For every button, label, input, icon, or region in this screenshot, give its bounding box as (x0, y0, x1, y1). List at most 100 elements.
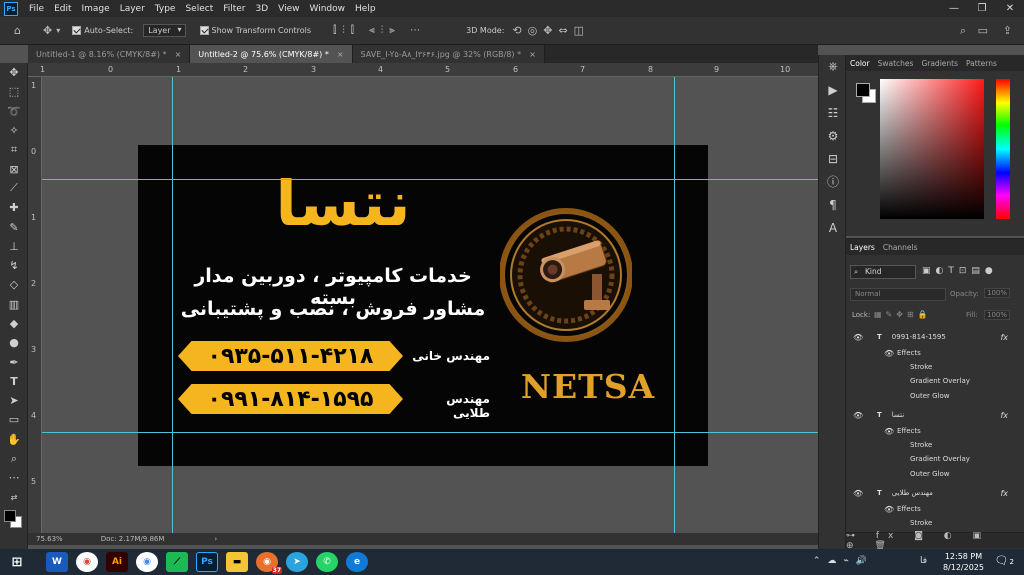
visibility-eye-icon[interactable]: 👁 (884, 427, 894, 436)
checkbox-icon[interactable] (72, 26, 82, 35)
effect-item[interactable]: Outer Glow (846, 389, 1024, 403)
crop-tool-icon[interactable]: ⌗ (0, 140, 28, 159)
stamp-tool-icon[interactable]: ⊥ (0, 237, 28, 256)
visibility-eye-icon[interactable]: 👁 (884, 505, 894, 514)
color-swatches[interactable] (0, 507, 28, 537)
tab-channels[interactable]: Channels (879, 243, 922, 252)
fill-input[interactable]: 100% (984, 310, 1011, 320)
visibility-eye-icon[interactable]: 👁 (853, 333, 863, 342)
close-icon[interactable]: ✕ (996, 0, 1024, 17)
blend-mode-dropdown[interactable]: Normal (850, 288, 946, 301)
pen-tool-icon[interactable]: ✒ (0, 352, 28, 371)
guide-horizontal[interactable] (42, 179, 818, 180)
checkbox-icon[interactable] (199, 26, 209, 35)
clock[interactable]: 12:58 PM 8/12/2025 (943, 551, 984, 573)
zoom-level[interactable]: 75.63% (36, 535, 63, 543)
fx-icon[interactable]: fx (1000, 333, 1008, 342)
color-picker-field[interactable] (880, 79, 984, 219)
effects-row[interactable]: 👁 Effects (846, 424, 1024, 438)
visibility-eye-icon[interactable]: 👁 (884, 349, 894, 358)
edge-icon[interactable]: e (346, 552, 368, 572)
layer-row[interactable]: 👁 T نتسا fx (846, 408, 1024, 422)
telegram-icon[interactable]: ➤ (286, 552, 308, 572)
dodge-tool-icon[interactable]: ● (0, 333, 28, 352)
services-line-2[interactable]: مشاور فروش ، نصب و پشتیبانی (173, 298, 493, 320)
guide-horizontal[interactable] (42, 432, 818, 433)
phone-pill-2[interactable]: ۰۹۹۱-۸۱۴-۱۵۹۵ (178, 384, 403, 414)
gradient-tool-icon[interactable]: ▥ (0, 295, 28, 314)
tab-color[interactable]: Color (846, 59, 874, 68)
move-icon[interactable]: ✥ (43, 24, 52, 37)
file-explorer-icon[interactable]: ▬ (226, 552, 248, 572)
align-icons[interactable]: ⫿⫶⫿ ⫷⫶⫸ ⋯ (333, 25, 426, 36)
fx-icon[interactable]: fx (1000, 489, 1008, 498)
lock-icons[interactable]: ▦✎✥⊞🔒 (874, 310, 932, 319)
info-icon[interactable]: ⓘ (819, 170, 847, 193)
swap-colors-icon[interactable]: ⇄ (0, 488, 28, 507)
close-icon[interactable]: × (175, 50, 182, 59)
whatsapp-icon[interactable]: ✆ (316, 552, 338, 572)
close-icon[interactable]: × (337, 50, 344, 59)
shape-tool-icon[interactable]: ▭ (0, 410, 28, 429)
panel-foreground-swatch[interactable] (856, 83, 870, 97)
green-app-icon[interactable]: ⟋ (166, 552, 188, 572)
restore-icon[interactable]: ❐ (968, 0, 996, 17)
brush-tool-icon[interactable]: ✎ (0, 217, 28, 236)
camera-emblem-icon[interactable] (500, 200, 632, 360)
share-icon[interactable]: ⇪ (1003, 24, 1012, 37)
phone-pill-1[interactable]: ۰۹۳۵-۵۱۱-۴۲۱۸ (178, 341, 403, 371)
menu-filter[interactable]: Filter (218, 4, 250, 14)
workspace-icon[interactable]: ▭ (978, 24, 988, 37)
hue-slider[interactable] (996, 79, 1010, 219)
windows-start-icon[interactable]: ⊞ (6, 552, 28, 572)
chevron-right-icon[interactable]: › (214, 535, 217, 543)
eraser-tool-icon[interactable]: ◇ (0, 275, 28, 294)
auto-select-target-dropdown[interactable]: Layer (143, 24, 186, 37)
effects-row[interactable]: 👁 Effects (846, 346, 1024, 360)
opacity-input[interactable]: 100% (984, 288, 1011, 298)
input-language[interactable]: فا (920, 556, 927, 566)
word-icon[interactable]: W (46, 552, 68, 572)
layer-filter-dropdown[interactable]: ⌕ Kind (850, 265, 916, 279)
adjustments-icon[interactable]: ☷ (819, 101, 847, 124)
effect-item[interactable]: Stroke (846, 438, 1024, 452)
move-tool-icon[interactable]: ✥ (0, 63, 28, 82)
effect-item[interactable]: Gradient Overlay (846, 452, 1024, 466)
visibility-eye-icon[interactable]: 👁 (853, 411, 863, 420)
fx-icon[interactable]: fx (1000, 411, 1008, 420)
chrome-icon[interactable]: ◉ (76, 552, 98, 572)
character-icon[interactable]: A (819, 216, 847, 239)
eyedropper-tool-icon[interactable]: ⟋ (0, 179, 28, 198)
tab-save-jpg[interactable]: SAVE_I-Y۵-A۸_I۳۶۴۶.jpg @ 32% (RGB/8) * × (352, 45, 545, 63)
auto-select-checkbox[interactable]: Auto-Select: (72, 26, 133, 35)
ps-logo-icon[interactable]: Ps (4, 1, 18, 16)
menu-select[interactable]: Select (180, 4, 218, 14)
tab-gradients[interactable]: Gradients (917, 59, 962, 68)
effect-item[interactable]: Gradient Overlay (846, 374, 1024, 388)
history-icon[interactable]: ⎈ (819, 55, 847, 78)
layer-row[interactable]: 👁 T 0991-814-1595 fx (846, 330, 1024, 344)
brand-title[interactable]: نتسا (243, 173, 443, 235)
play-icon[interactable]: ▶ (819, 78, 847, 101)
business-card[interactable]: نتسا خدمات کامپیوتر ، دوربین مدار بسته م… (138, 145, 708, 466)
photoshop-taskbar-icon[interactable]: Ps (196, 552, 218, 572)
visibility-eye-icon[interactable]: 👁 (853, 489, 863, 498)
chrome-profile-icon[interactable]: ◉ (136, 552, 158, 572)
tab-swatches[interactable]: Swatches (874, 59, 918, 68)
type-tool-icon[interactable]: T (0, 372, 28, 391)
menu-layer[interactable]: Layer (115, 4, 150, 14)
logo-wordmark[interactable]: NETSA (508, 367, 668, 406)
canvas-area[interactable]: نتسا خدمات کامپیوتر ، دوربین مدار بسته م… (42, 77, 818, 533)
brush-settings-icon[interactable]: ⚙ (819, 124, 847, 147)
menu-image[interactable]: Image (77, 4, 115, 14)
menu-help[interactable]: Help (350, 4, 381, 14)
menu-window[interactable]: Window (305, 4, 351, 14)
effect-item[interactable]: Outer Glow (846, 467, 1024, 481)
guide-vertical[interactable] (674, 77, 675, 533)
effect-item[interactable]: Stroke (846, 516, 1024, 530)
more-tools-icon[interactable]: ⋯ (0, 468, 28, 487)
properties-icon[interactable]: ⊟ (819, 147, 847, 170)
close-icon[interactable]: × (529, 50, 536, 59)
frame-tool-icon[interactable]: ⊠ (0, 159, 28, 178)
hand-tool-icon[interactable]: ✋ (0, 430, 28, 449)
